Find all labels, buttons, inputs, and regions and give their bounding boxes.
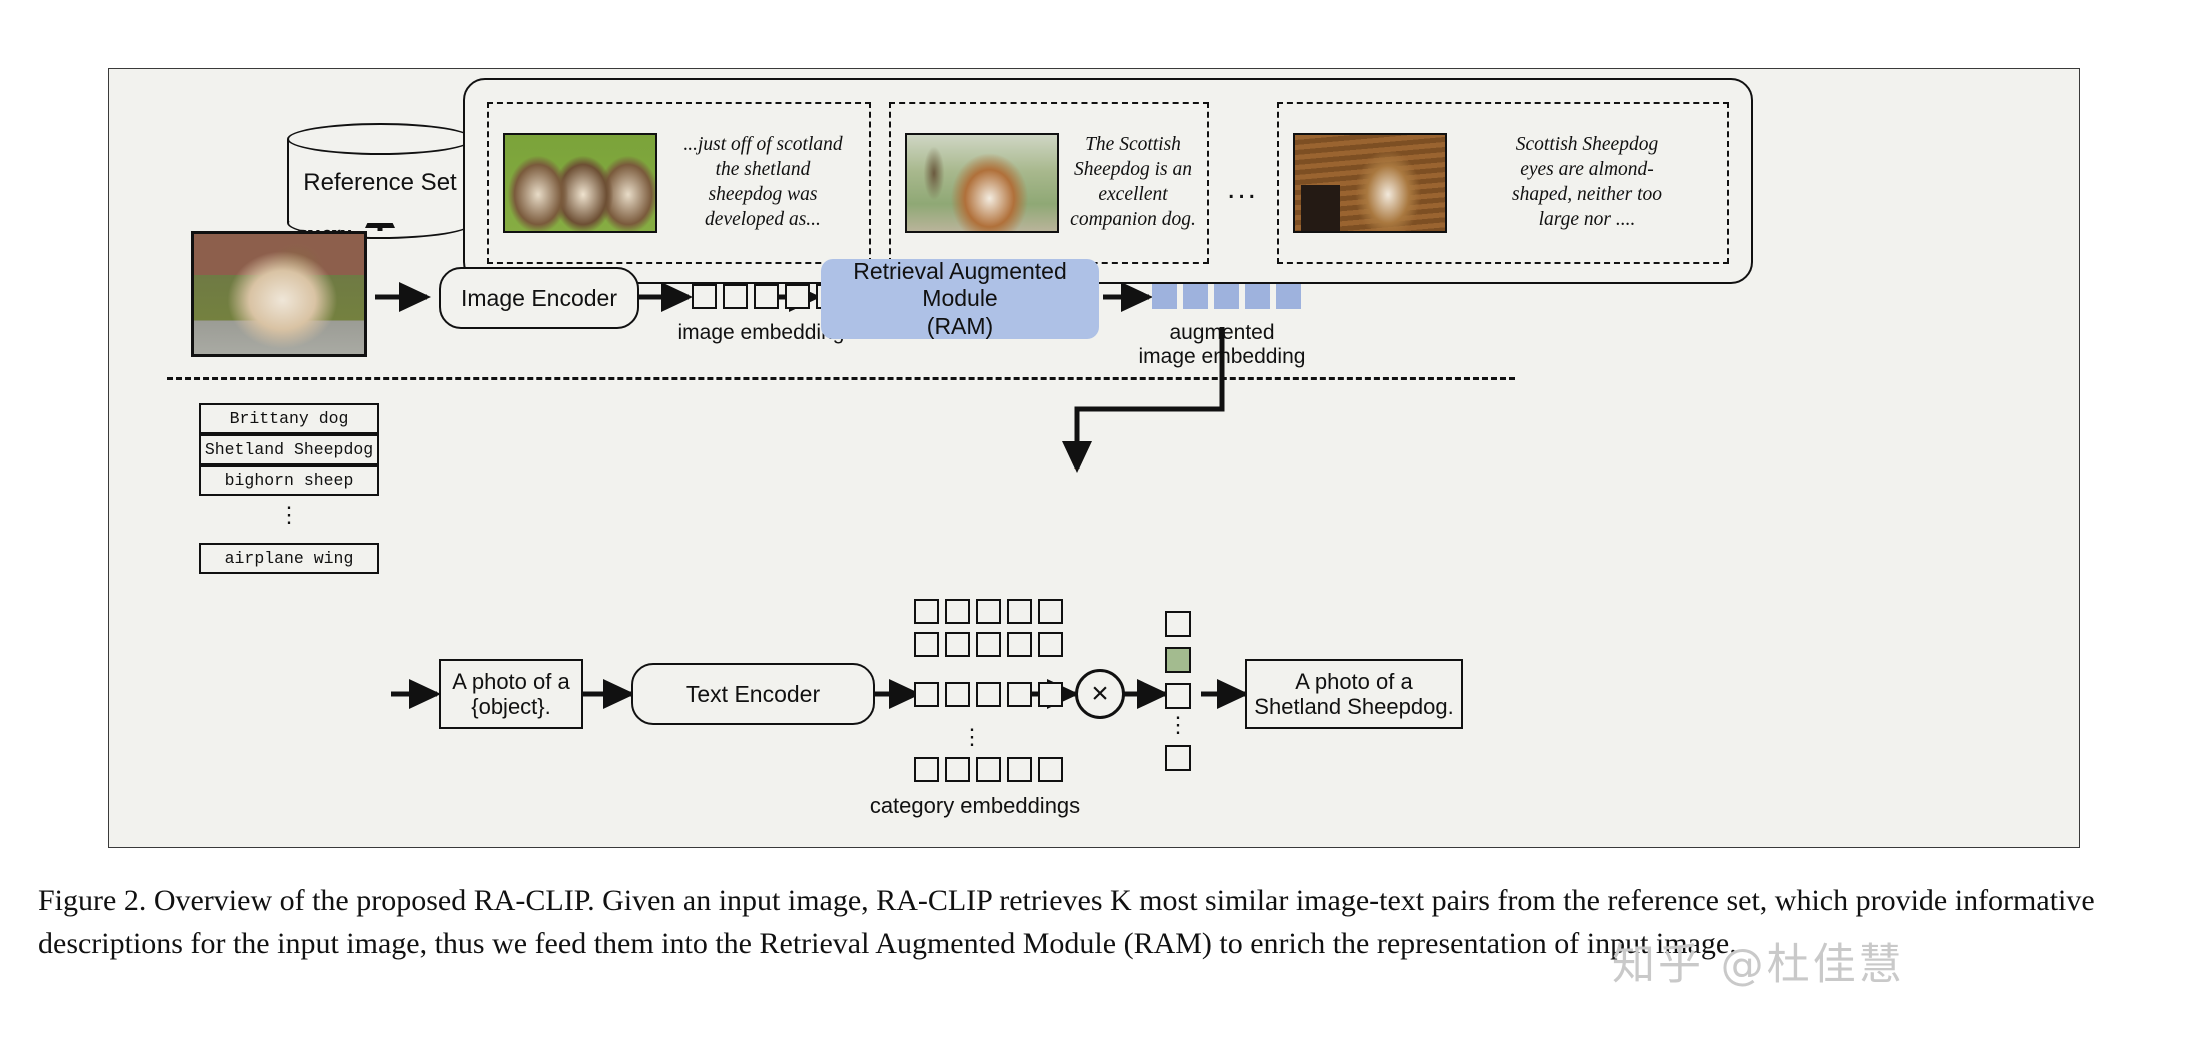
category-item-last[interactable]: airplane wing — [199, 543, 379, 574]
section-divider — [167, 377, 1515, 380]
augmented-embedding-label: augmented image embedding — [1138, 321, 1306, 369]
query-image — [191, 231, 367, 357]
token — [754, 284, 779, 309]
reference-set-database: Reference Set — [287, 123, 473, 239]
token — [1152, 284, 1177, 309]
token — [976, 599, 1001, 624]
token — [1038, 632, 1063, 657]
retrieved-caption-3: Scottish Sheepdog eyes are almond- shape… — [1511, 134, 1663, 230]
prompt-template-box[interactable]: A photo of a {object}. — [439, 659, 583, 729]
reference-set-label: Reference Set — [303, 169, 457, 196]
image-encoder-label: Image Encoder — [461, 284, 617, 311]
token — [1038, 757, 1063, 782]
token — [914, 682, 939, 707]
retrieved-pair-1: ...just off of scotland the shetland she… — [487, 102, 871, 264]
watermark: 知乎 @杜佳慧 — [1612, 940, 1905, 990]
token — [1007, 757, 1032, 782]
similarity-multiply-operator: × — [1075, 669, 1125, 719]
token — [723, 284, 748, 309]
text-encoder-label: Text Encoder — [685, 680, 821, 707]
retrieved-image-3 — [1293, 133, 1447, 233]
token — [945, 757, 970, 782]
token — [976, 757, 1001, 782]
category-list-ellipsis: ⋮ — [278, 502, 300, 527]
category-item-2[interactable]: bighorn sheep — [199, 465, 379, 496]
logits-ellipsis: ⋮ — [1167, 712, 1189, 737]
pairs-ellipsis: ... — [1227, 172, 1259, 205]
token — [1183, 284, 1208, 309]
text-encoder-box[interactable]: Text Encoder — [631, 663, 875, 725]
prompt-template-label: A photo of a {object}. — [452, 668, 570, 719]
token — [945, 599, 970, 624]
token — [1007, 599, 1032, 624]
category-item-1[interactable]: Shetland Sheepdog — [199, 434, 379, 465]
retrieved-caption-2: The Scottish Sheepdog is an excellent co… — [1070, 134, 1196, 230]
token — [914, 757, 939, 782]
token — [976, 682, 1001, 707]
category-item-0[interactable]: Brittany dog — [199, 403, 379, 434]
retrieved-image-1 — [503, 133, 657, 233]
logit-cell-last — [1165, 745, 1191, 771]
retrieved-pair-3: Scottish Sheepdog eyes are almond- shape… — [1277, 102, 1729, 264]
retrieved-pairs-panel: ...just off of scotland the shetland she… — [463, 78, 1753, 284]
category-embedding-row-1 — [914, 632, 1063, 657]
token — [1214, 284, 1239, 309]
token — [1038, 682, 1063, 707]
image-embedding-tokens — [692, 284, 841, 309]
token — [914, 632, 939, 657]
token — [1276, 284, 1301, 309]
token — [945, 632, 970, 657]
prediction-label: A photo of a Shetland Sheepdog. — [1254, 668, 1454, 719]
category-embeddings-label: category embeddings — [869, 793, 1081, 818]
image-encoder-box[interactable]: Image Encoder — [439, 267, 639, 329]
category-embedding-row-2 — [914, 682, 1063, 707]
logit-cell-selected — [1165, 647, 1191, 673]
token — [1245, 284, 1270, 309]
token — [785, 284, 810, 309]
category-embeddings-ellipsis: ⋮ — [961, 724, 983, 749]
ram-label: Retrieval Augmented Module (RAM) — [853, 257, 1067, 339]
token — [914, 599, 939, 624]
category-embedding-row-0 — [914, 599, 1063, 624]
prediction-box: A photo of a Shetland Sheepdog. — [1245, 659, 1463, 729]
retrieval-augmented-module-box[interactable]: Retrieval Augmented Module (RAM) — [821, 257, 1099, 339]
cylinder-top — [287, 123, 473, 155]
figure-panel: Reference Set top-K query ...just off of… — [108, 68, 2080, 848]
token — [1007, 682, 1032, 707]
token — [692, 284, 717, 309]
logit-cell-0 — [1165, 611, 1191, 637]
token — [976, 632, 1001, 657]
token — [1038, 599, 1063, 624]
retrieved-image-2 — [905, 133, 1059, 233]
multiply-icon: × — [1091, 677, 1109, 710]
token — [1007, 632, 1032, 657]
retrieved-pair-2: The Scottish Sheepdog is an excellent co… — [889, 102, 1209, 264]
augmented-embedding-tokens — [1152, 284, 1301, 309]
category-embedding-row-last — [914, 757, 1063, 782]
token — [945, 682, 970, 707]
retrieved-caption-1: ...just off of scotland the shetland she… — [683, 134, 843, 230]
logit-cell-2 — [1165, 683, 1191, 709]
